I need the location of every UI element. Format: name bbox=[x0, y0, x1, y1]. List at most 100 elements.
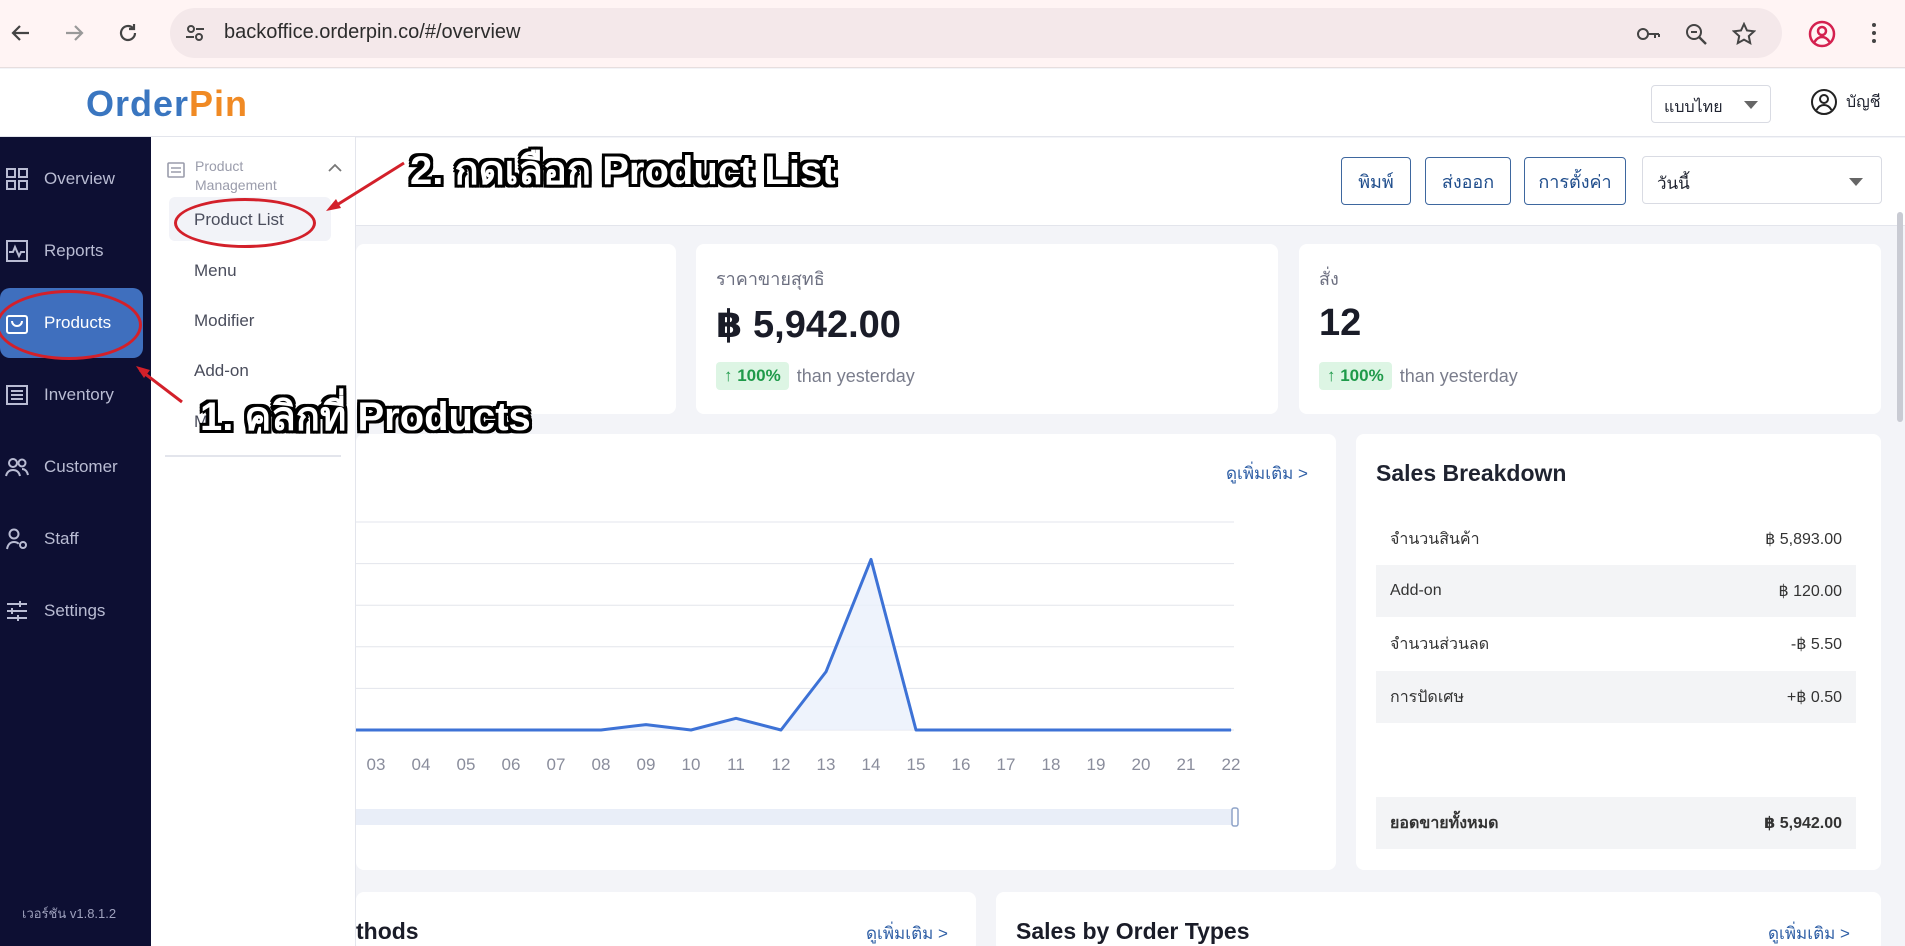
date-range-select[interactable]: วันนี้ bbox=[1642, 156, 1882, 204]
browser-menu-icon[interactable] bbox=[1864, 18, 1884, 48]
submenu-item-add-on[interactable]: Add-on bbox=[194, 361, 249, 381]
breakdown-label: Add-on bbox=[1390, 582, 1442, 599]
sidebar-item-settings[interactable]: Settings bbox=[0, 576, 145, 646]
sidebar-item-reports[interactable]: Reports bbox=[0, 216, 145, 286]
address-bar[interactable]: backoffice.orderpin.co/#/overview bbox=[170, 8, 1782, 58]
chart-x-tick-label: 22 bbox=[1222, 755, 1241, 774]
sidebar-item-customer[interactable]: Customer bbox=[0, 432, 145, 502]
activity-icon bbox=[4, 238, 30, 264]
breakdown-value: ฿ 5,893.00 bbox=[1765, 531, 1842, 548]
chart-point[interactable] bbox=[555, 729, 557, 731]
chart-x-tick-label: 06 bbox=[502, 755, 521, 774]
sidebar-item-overview[interactable]: Overview bbox=[0, 144, 145, 214]
chart-point[interactable] bbox=[870, 558, 872, 560]
sidebar-item-staff[interactable]: Staff bbox=[0, 504, 145, 574]
chart-x-tick-label: 12 bbox=[772, 755, 791, 774]
submenu-divider bbox=[165, 455, 341, 457]
sales-breakdown-title: Sales Breakdown bbox=[1376, 460, 1567, 486]
chart-point[interactable] bbox=[1140, 729, 1142, 731]
chart-point[interactable] bbox=[510, 729, 512, 731]
chart-point[interactable] bbox=[1005, 729, 1007, 731]
bookmark-star-icon[interactable] bbox=[1730, 20, 1758, 48]
chart-point[interactable] bbox=[825, 671, 827, 673]
forward-icon[interactable] bbox=[59, 18, 89, 48]
chart-x-tick-label: 17 bbox=[997, 755, 1016, 774]
order-types-more-link[interactable]: ดูเพิ่มเติม > bbox=[1768, 920, 1850, 946]
breakdown-total-label: ยอดขายทั้งหมด bbox=[1390, 814, 1499, 832]
submenu-group-label: Product Management bbox=[195, 158, 277, 193]
payment-methods-more-link[interactable]: ดูเพิ่มเติม > bbox=[866, 920, 948, 946]
chart-point[interactable] bbox=[420, 729, 422, 731]
sales-line-chart: 03 04 05 06 07 08 09 10 11 12 13 14 15 16 17 18 19 20 21 22 bbox=[356, 521, 1241, 827]
chart-point[interactable] bbox=[915, 729, 917, 731]
reload-icon[interactable] bbox=[113, 18, 143, 48]
chart-x-tick-label: 09 bbox=[637, 755, 656, 774]
chart-point[interactable] bbox=[465, 729, 467, 731]
chart-range-slider[interactable] bbox=[356, 809, 1236, 825]
submenu-item-modifier[interactable]: Modifier bbox=[194, 311, 254, 331]
chart-point[interactable] bbox=[960, 729, 962, 731]
chart-range-handle[interactable] bbox=[1231, 807, 1239, 827]
sidebar-item-inventory[interactable]: Inventory bbox=[0, 360, 145, 430]
user-circle-icon bbox=[1811, 89, 1837, 115]
payment-methods-card: thods ดูเพิ่มเติม > bbox=[356, 892, 976, 946]
chart-point[interactable] bbox=[735, 717, 737, 719]
delta-compare: than yesterday bbox=[796, 365, 915, 386]
chart-point[interactable] bbox=[780, 729, 782, 731]
export-button[interactable]: ส่งออก bbox=[1425, 157, 1511, 205]
stat-value: 12 bbox=[1319, 302, 1362, 344]
back-icon[interactable] bbox=[6, 18, 36, 48]
chart-point[interactable] bbox=[690, 729, 692, 731]
stat-delta: ↑ 100% than yesterday bbox=[716, 362, 915, 390]
stat-value: ฿ 5,942.00 bbox=[716, 304, 901, 346]
chart-point[interactable] bbox=[375, 729, 377, 731]
chart-point[interactable] bbox=[1050, 729, 1052, 731]
orderpin-logo[interactable]: OrderPin bbox=[86, 83, 248, 125]
breakdown-row: จำนวนส่วนลด -฿ 5.50 bbox=[1376, 618, 1856, 670]
app-version: เวอร์ชัน v1.8.1.2 bbox=[22, 906, 117, 921]
account-label: บัญชี bbox=[1846, 93, 1881, 111]
breakdown-value: -฿ 5.50 bbox=[1790, 636, 1842, 653]
order-types-title: Sales by Order Types bbox=[1016, 918, 1250, 944]
delta-badge: ↑ 100% bbox=[1319, 362, 1392, 390]
sidebar-label-inventory: Inventory bbox=[44, 385, 114, 404]
key-icon[interactable] bbox=[1634, 20, 1662, 48]
breakdown-label: การปัดเศษ bbox=[1390, 688, 1464, 706]
stat-label: สั่ง bbox=[1319, 269, 1339, 289]
chart-x-tick-label: 16 bbox=[952, 755, 971, 774]
sidebar-label-settings: Settings bbox=[44, 601, 106, 620]
settings-button[interactable]: การตั้งค่า bbox=[1524, 157, 1626, 205]
chart-x-tick-label: 20 bbox=[1132, 755, 1151, 774]
chevron-up-icon bbox=[328, 163, 342, 172]
url-text[interactable]: backoffice.orderpin.co/#/overview bbox=[224, 21, 520, 44]
submenu-group-product-management[interactable]: Product Management bbox=[167, 157, 342, 195]
language-select[interactable]: แบบไทย bbox=[1651, 85, 1771, 123]
sidebar-label-staff: Staff bbox=[44, 529, 79, 548]
chart-x-tick-label: 19 bbox=[1087, 755, 1106, 774]
breakdown-row: จำนวนสินค้า ฿ 5,893.00 bbox=[1376, 513, 1856, 565]
chart-x-tick-label: 18 bbox=[1042, 755, 1061, 774]
page-scrollbar[interactable] bbox=[1897, 212, 1903, 422]
breakdown-row: การปัดเศษ +฿ 0.50 bbox=[1376, 671, 1856, 723]
breakdown-total-value: ฿ 5,942.00 bbox=[1764, 815, 1842, 832]
stat-label: ราคาขายสุทธิ bbox=[716, 269, 825, 289]
account-button[interactable]: บัญชี bbox=[1810, 87, 1881, 117]
grid-icon bbox=[4, 166, 30, 192]
chart-point[interactable] bbox=[600, 729, 602, 731]
chart-x-tick-label: 21 bbox=[1177, 755, 1196, 774]
breakdown-total-row: ยอดขายทั้งหมด ฿ 5,942.00 bbox=[1376, 797, 1856, 849]
submenu-item-menu[interactable]: Menu bbox=[194, 261, 237, 281]
profile-icon[interactable] bbox=[1808, 20, 1836, 48]
chart-x-tick-label: 10 bbox=[682, 755, 701, 774]
products-submenu: Product Management Product List Menu Mod… bbox=[151, 137, 356, 946]
highlight-circle-product-list bbox=[174, 198, 316, 248]
print-button[interactable]: พิมพ์ bbox=[1341, 157, 1411, 205]
chart-point[interactable] bbox=[645, 724, 647, 726]
chart-point[interactable] bbox=[1230, 729, 1232, 731]
chart-point[interactable] bbox=[1095, 729, 1097, 731]
zoom-icon[interactable] bbox=[1682, 20, 1710, 48]
payment-methods-title: thods bbox=[356, 918, 419, 944]
main-sidebar: Overview Reports Products Inventory Cust… bbox=[0, 137, 151, 946]
site-settings-icon[interactable] bbox=[182, 20, 208, 46]
chart-point[interactable] bbox=[1185, 729, 1187, 731]
